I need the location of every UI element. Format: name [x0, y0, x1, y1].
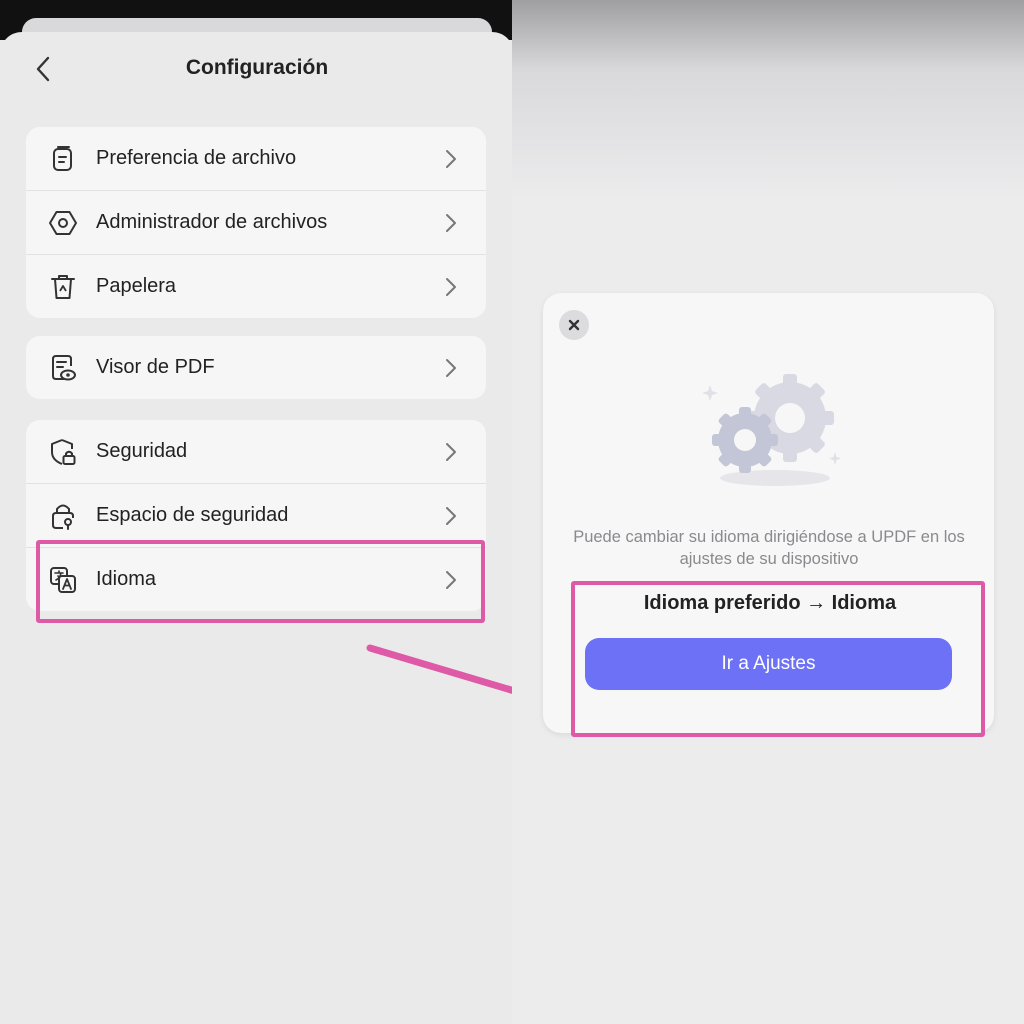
highlight-box-settings [571, 581, 985, 737]
close-button[interactable] [559, 310, 589, 340]
settings-item-file-preference[interactable]: Preferencia de archivo [26, 127, 486, 191]
settings-group-viewer: Visor de PDF [26, 336, 486, 399]
chevron-right-icon [446, 507, 456, 525]
chevron-right-icon [446, 214, 456, 232]
settings-group-files: Preferencia de archivo Administrador de … [26, 127, 486, 318]
dialog-message: Puede cambiar su idioma dirigiéndose a U… [573, 528, 965, 568]
shield-lock-icon [51, 439, 76, 465]
settings-item-trash[interactable]: Papelera [26, 255, 486, 318]
settings-item-label: Visor de PDF [96, 356, 215, 378]
pdf-viewer-icon [52, 355, 76, 381]
settings-item-label: Administrador de archivos [96, 211, 328, 233]
chevron-right-icon [446, 359, 456, 377]
settings-item-label: Seguridad [96, 440, 188, 462]
settings-gears-illustration [702, 374, 841, 486]
settings-item-secure-space[interactable]: Espacio de seguridad [26, 484, 486, 548]
hexagon-icon [49, 211, 77, 235]
document-icon [53, 146, 72, 171]
settings-item-file-manager[interactable]: Administrador de archivos [26, 191, 486, 255]
chevron-right-icon [446, 278, 456, 296]
close-icon [568, 319, 580, 331]
settings-item-label: Papelera [96, 275, 177, 297]
highlight-box-language [36, 540, 485, 623]
trash-icon [51, 275, 75, 299]
page-title: Configuración [185, 56, 329, 79]
settings-item-label: Preferencia de archivo [96, 147, 297, 169]
lock-key-icon [52, 504, 74, 530]
settings-item-pdf-viewer[interactable]: Visor de PDF [26, 336, 486, 399]
settings-item-label: Espacio de seguridad [96, 504, 289, 526]
chevron-right-icon [446, 150, 456, 168]
settings-item-security[interactable]: Seguridad [26, 420, 486, 484]
chevron-right-icon [446, 443, 456, 461]
